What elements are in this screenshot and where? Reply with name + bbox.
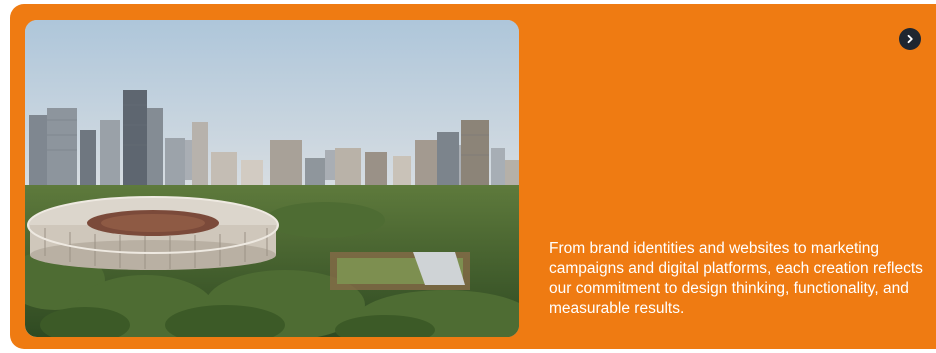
next-button[interactable]: [899, 28, 921, 50]
chevron-right-icon: [905, 34, 915, 44]
city-stadium-photo: [25, 20, 519, 337]
card-description: From brand identities and websites to ma…: [549, 240, 923, 317]
portfolio-card: From brand identities and websites to ma…: [10, 4, 936, 349]
